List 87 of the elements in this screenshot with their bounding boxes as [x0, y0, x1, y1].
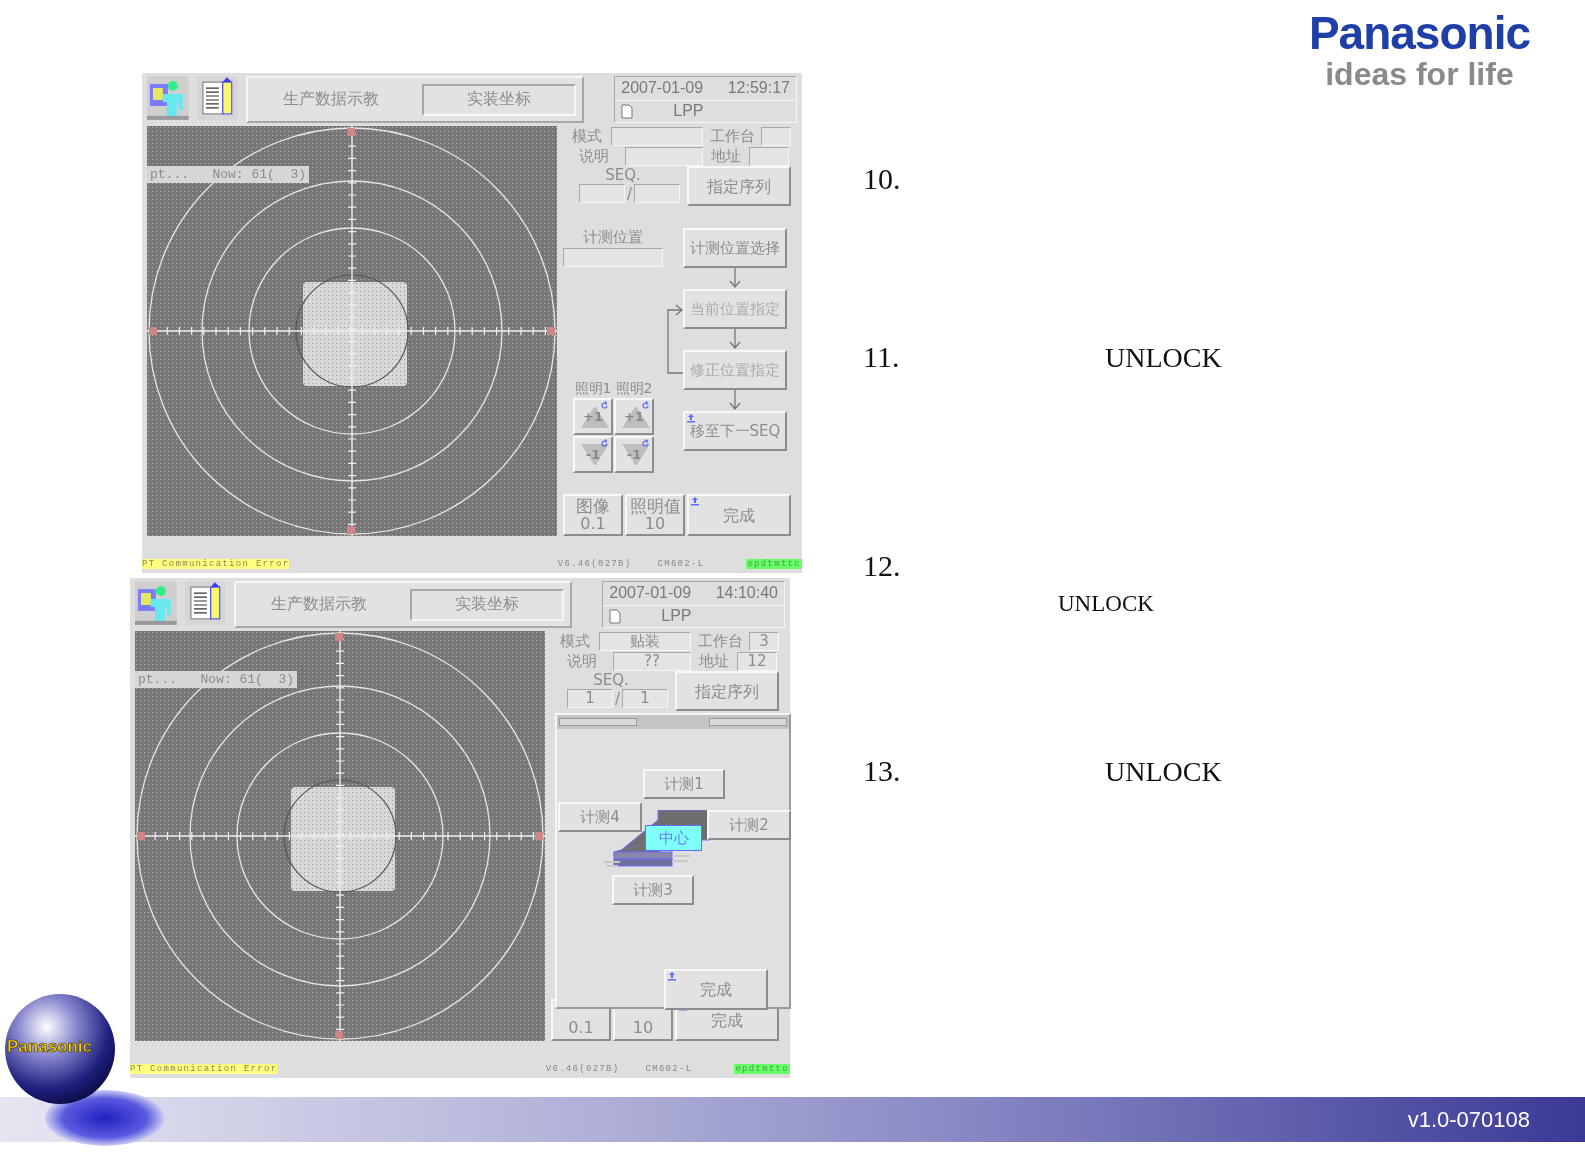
down-arrow-icon [729, 390, 741, 411]
measure-point-button[interactable]: 中心 [645, 825, 702, 851]
refresh-icon [641, 439, 650, 448]
value-field: 1 [622, 689, 669, 708]
value-button[interactable]: 照明值 10 [625, 494, 685, 536]
camera-readout: pt... Now: 61( 3) [135, 671, 298, 688]
operator-icon[interactable] [135, 581, 177, 625]
globe-logo-text: Panasonic [7, 1037, 93, 1057]
down-arrow-icon [729, 268, 741, 289]
model-text: CM602-L [657, 559, 705, 569]
version-text: V6.46(027B) [545, 1064, 620, 1074]
field-label: 说明 [578, 147, 610, 165]
corner-arrow-icon [687, 414, 695, 423]
down-arrow-icon [729, 329, 741, 350]
light-adjust-button[interactable]: -1 [573, 436, 613, 473]
light-adjust-button[interactable]: +1 [573, 398, 613, 435]
value-field: 12 [737, 651, 777, 671]
camera-readout: pt... Now: 61( 3) [147, 166, 310, 183]
step-number: 11. [863, 340, 901, 374]
file-name: LPP [661, 607, 692, 626]
model-text: CM602-L [645, 1064, 693, 1074]
refresh-icon [600, 439, 609, 448]
corner-arrow-icon [691, 497, 699, 506]
file-icon [621, 103, 634, 119]
error-message: PT Communication Error [142, 559, 290, 569]
step-text: UNLOCK [1105, 756, 1222, 788]
measure-point-button[interactable]: 计测2 [707, 810, 791, 840]
value-field: 3 [749, 631, 779, 651]
corner-arrow-icon [668, 972, 676, 981]
version-text: V6.46(027B) [557, 559, 632, 569]
document-icon[interactable] [196, 76, 239, 120]
time-text: 14:10:40 [715, 584, 778, 603]
value-field [749, 146, 789, 166]
separator-text: / [627, 184, 633, 203]
document-icon[interactable] [184, 581, 227, 625]
file-name: LPP [673, 102, 704, 121]
refresh-icon [641, 401, 650, 410]
step-number: 10. [863, 162, 902, 196]
time-text: 12:59:17 [727, 79, 790, 98]
light-adjust-button[interactable]: +1 [614, 398, 654, 435]
field-label: 说明 [566, 652, 598, 670]
light-adjust-button[interactable]: -1 [614, 436, 654, 473]
date-text: 2007-01-09 [621, 79, 704, 98]
step-text: UNLOCK [1058, 591, 1155, 617]
tab[interactable]: 实装坐标 [410, 588, 565, 621]
sequence-button[interactable]: 指定序列 [687, 166, 791, 206]
step-button[interactable]: 计测位置选择 [683, 228, 787, 268]
step-text: UNLOCK [1105, 342, 1222, 374]
seq-label: SEQ. [592, 671, 630, 689]
done-button[interactable]: 完成 [664, 969, 768, 1010]
field-label: 地址 [710, 147, 742, 165]
value-field: ?? [613, 651, 691, 671]
field-label: 模式 [571, 127, 603, 145]
value-field: 贴装 [599, 631, 691, 651]
done-button[interactable]: 完成 [687, 494, 791, 536]
sequence-button[interactable]: 指定序列 [675, 671, 779, 711]
field-label: 工作台 [696, 632, 744, 650]
value-field [579, 184, 625, 203]
date-text: 2007-01-09 [609, 584, 692, 603]
light-label: 照明2 [614, 379, 654, 397]
step-number: 12. [863, 549, 902, 583]
value-field [634, 184, 681, 203]
measure-point-button[interactable]: 计测3 [612, 875, 694, 905]
seq-label: SEQ. [604, 166, 642, 184]
field-label: 工作台 [708, 127, 756, 145]
value-button[interactable]: 图像 0.1 [563, 494, 623, 536]
light-label: 照明1 [573, 379, 613, 397]
brand-wordmark: Panasonic [1308, 10, 1530, 56]
value-field: 1 [567, 689, 613, 708]
error-message: PT Communication Error [130, 1064, 278, 1074]
status-code: epdtmttc [746, 559, 802, 569]
value-field [761, 126, 791, 146]
separator-text: / [615, 689, 621, 708]
measure-point-button[interactable]: 计测4 [558, 802, 642, 832]
field-label: 地址 [698, 652, 730, 670]
file-icon [609, 608, 622, 624]
field-label: 计测位置 [582, 228, 644, 246]
refresh-icon [600, 401, 609, 410]
field-label: 模式 [559, 632, 591, 650]
measure-point-button[interactable]: 计测1 [643, 769, 725, 799]
status-code: epdtmtto [734, 1064, 790, 1074]
step-button[interactable]: 移至下一SEQ [683, 411, 787, 451]
step-number: 13. [863, 754, 902, 788]
version-label: v1.0-070108 [1407, 1106, 1530, 1133]
tab[interactable]: 实装坐标 [422, 83, 577, 116]
operator-icon[interactable] [147, 76, 189, 120]
brand-tagline: ideas for life [1325, 58, 1514, 90]
